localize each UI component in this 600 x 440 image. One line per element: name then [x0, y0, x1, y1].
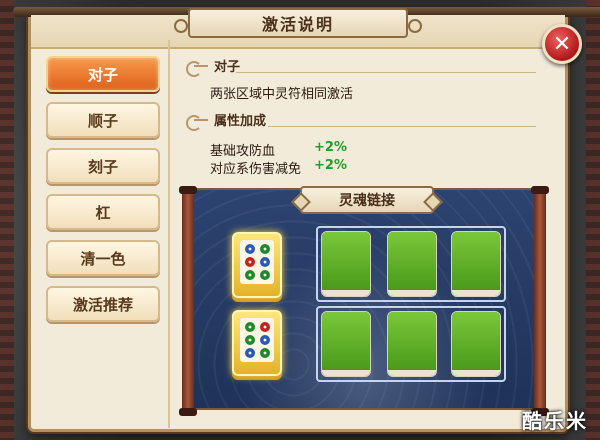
filled-tile-slot[interactable] — [232, 310, 282, 376]
tab-triplet[interactable]: 刻子 — [46, 148, 160, 184]
circle-pip-icon — [244, 334, 255, 345]
empty-tile-slot[interactable] — [388, 312, 436, 376]
tab-label: 激活推荐 — [72, 295, 133, 314]
content-divider — [168, 40, 170, 428]
stat-value: +2% — [314, 158, 347, 173]
circle-pip-icon — [259, 348, 270, 359]
soul-link-title-text: 灵魂链接 — [339, 193, 395, 209]
filled-tile-slot[interactable] — [232, 232, 282, 298]
section-bonus-title: 属性加成 — [214, 114, 267, 129]
circle-pip-icon — [259, 256, 270, 267]
rod-cap — [179, 186, 197, 194]
section-divider — [236, 72, 536, 73]
circle-pip-icon — [259, 321, 270, 332]
tab-label: 清一色 — [80, 249, 126, 268]
tab-label: 杠 — [95, 203, 111, 222]
circle-pip-icon — [259, 243, 270, 254]
close-button[interactable]: ✕ — [542, 24, 582, 64]
category-sidebar: 对子 顺子 刻子 杠 清一色 激活推荐 — [46, 56, 160, 322]
circle-pip-icon — [259, 334, 270, 345]
tab-label: 刻子 — [87, 157, 118, 176]
stat-row: 基础攻防血 +2% — [210, 140, 347, 159]
activation-description: 两张区域中灵符相同激活 — [210, 87, 354, 102]
mahjong-tile-face — [240, 240, 274, 284]
tab-kong[interactable]: 杠 — [46, 194, 160, 230]
stat-value: +2% — [314, 140, 347, 155]
rod-cap — [179, 408, 197, 416]
mahjong-tile-face — [240, 318, 274, 362]
tab-recommendation[interactable]: 激活推荐 — [46, 286, 160, 322]
circle-pip-icon — [259, 270, 270, 281]
board-left-rod — [179, 186, 197, 416]
dialog-title-text: 激活说明 — [261, 15, 334, 34]
swirl-icon — [186, 58, 208, 77]
tab-straight[interactable]: 顺子 — [46, 102, 160, 138]
board-right-rod — [531, 186, 549, 416]
empty-tile-slot[interactable] — [322, 312, 370, 376]
soul-link-title: 灵魂链接 — [300, 186, 434, 214]
stat-name: 对应系伤害减免 — [210, 162, 302, 177]
right-decor-strip — [586, 0, 600, 440]
section-divider — [268, 126, 536, 127]
circle-pip-icon — [244, 321, 255, 332]
stat-row: 对应系伤害减免 +2% — [210, 158, 347, 177]
tab-label: 顺子 — [87, 111, 118, 130]
section-bonus-header: 属性加成 — [186, 110, 267, 131]
dialog-title: 激活说明 — [174, 8, 422, 38]
section-pair-header: 对子 — [186, 56, 240, 77]
tab-pair[interactable]: 对子 — [46, 56, 160, 92]
empty-tile-slot[interactable] — [388, 232, 436, 296]
tab-label: 对子 — [87, 65, 118, 84]
rod-cap — [531, 186, 549, 194]
empty-tile-slot[interactable] — [452, 232, 500, 296]
close-icon: ✕ — [552, 31, 572, 57]
swirl-icon — [186, 112, 208, 131]
stat-name: 基础攻防血 — [210, 144, 276, 159]
empty-tile-slot[interactable] — [322, 232, 370, 296]
left-decor-strip — [0, 0, 14, 440]
tab-pure-suit[interactable]: 清一色 — [46, 240, 160, 276]
circle-pip-icon — [244, 270, 255, 281]
site-watermark: 酷乐米 — [522, 409, 588, 433]
circle-pip-icon — [244, 243, 255, 254]
circle-pip-icon — [244, 348, 255, 359]
empty-tile-slot[interactable] — [452, 312, 500, 376]
circle-pip-icon — [244, 256, 255, 267]
